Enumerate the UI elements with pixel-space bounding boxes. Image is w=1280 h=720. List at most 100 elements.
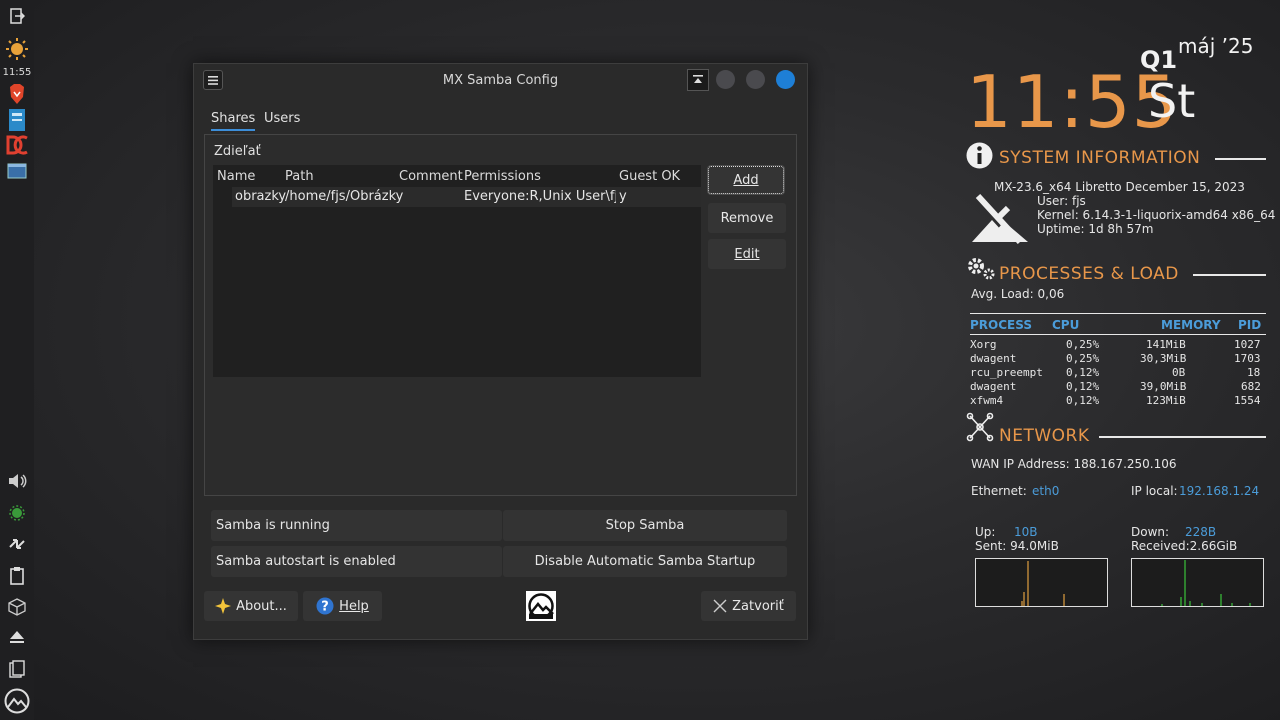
samba-running-text: Samba is running [216,518,330,533]
table-row[interactable]: obrazky /home/fjs/Obrázky Everyone:R,Uni… [232,187,701,207]
distro-info: MX-23.6_x64 Libretto December 15, 2023 [994,180,1245,194]
network-nodes-icon [966,412,994,442]
mx-menu-icon[interactable] [4,688,30,714]
add-button-label: Add [733,172,759,188]
process-name: xfwm4 [970,394,1004,407]
package-icon[interactable] [4,596,30,618]
table-header-line [970,334,1266,335]
ip-local-label: IP local: [1131,484,1178,498]
tab-users[interactable]: Users [264,111,300,126]
keep-above-button[interactable] [687,69,709,91]
close-label: Zatvoriť [732,598,784,614]
svg-text:?: ? [321,600,329,615]
eject-icon[interactable] [4,626,30,648]
column-header-guest-ok[interactable]: Guest OK [619,169,680,184]
samba-autostart-text: Samba autostart is enabled [216,554,396,569]
uptime-info: Uptime: 1d 8h 57m [1037,222,1154,236]
edit-button[interactable]: Edit [708,239,786,269]
process-col-header: PROCESS [970,318,1032,332]
conky-quarter: Q1 [1140,46,1178,74]
download-graph [1131,558,1264,607]
close-window-button[interactable] [776,70,795,89]
process-name: rcu_preempt [970,366,1043,379]
column-header-permissions[interactable]: Permissions [464,169,541,184]
shares-label: Zdieľať [214,144,261,159]
cell-name: obrazky [235,189,287,204]
cell-guest-ok: y [619,189,627,204]
tab-shares[interactable]: Shares [211,111,256,131]
edit-button-label: Edit [734,246,760,262]
stop-samba-button[interactable]: Stop Samba [503,510,787,541]
cell-permissions: Everyone:R,Unix User\fjs:F [464,189,616,204]
memory-col-header: MEMORY [1161,318,1221,332]
process-pid: 1554 [1234,394,1261,407]
ethernet-label: Ethernet: [971,484,1027,498]
clipboard-history-icon[interactable] [4,658,30,680]
add-button[interactable]: Add [707,165,785,195]
mx-logo [526,591,556,621]
download-label: Down: [1131,525,1170,539]
network-connection-icon[interactable] [4,533,30,555]
upload-label: Up: [975,525,996,539]
gears-icon [968,258,995,280]
file-manager-icon[interactable] [4,109,30,131]
process-name: Xorg [970,338,997,351]
stop-samba-label: Stop Samba [605,518,685,533]
section-divider [1193,274,1266,276]
column-header-path[interactable]: Path [285,169,314,184]
volume-icon[interactable] [4,470,30,492]
help-button[interactable]: ? Help [303,591,382,621]
total-received: Received:2.66GiB [1131,539,1238,553]
pid-col-header: PID [1238,318,1262,332]
clipboard-icon[interactable] [4,565,30,587]
updater-icon[interactable] [4,502,30,524]
process-cpu: 0,25% [1066,338,1100,351]
process-cpu: 0,12% [1066,394,1100,407]
close-icon [713,599,727,613]
process-name: dwagent [970,380,1017,393]
samba-autostart-status: Samba autostart is enabled [211,546,502,577]
remove-button[interactable]: Remove [708,203,786,233]
logout-icon[interactable] [4,5,30,27]
process-name: dwagent [970,352,1017,365]
shares-table[interactable]: Name Path Comment Permissions Guest OK o… [213,165,701,377]
process-memory: 0B [1172,366,1186,379]
window-menu-button[interactable] [203,70,223,90]
info-icon [966,142,993,169]
process-cpu: 0,25% [1066,352,1100,365]
conky-clock-time: 11:55 [966,60,1179,144]
kernel-info: Kernel: 6.14.3-1-liquorix-amd64 x86_64 [1037,208,1276,222]
total-sent: Sent: 94.0MiB [975,539,1059,553]
title-bar[interactable]: MX Samba Config [194,64,807,97]
remove-button-label: Remove [720,210,774,226]
sparkle-icon [215,598,232,614]
column-header-name[interactable]: Name [217,169,255,184]
conky-widget: 11:55 Q1 máj ’25 St SYSTEM INFORMATION M… [962,0,1280,720]
cpu-col-header: CPU [1052,318,1080,332]
disable-autostart-button[interactable]: Disable Automatic Samba Startup [503,546,787,577]
processes-heading: PROCESSES & LOAD [999,264,1179,284]
process-memory: 141MiB [1146,338,1186,351]
help-label: Help [339,598,369,614]
brave-browser-icon[interactable] [4,83,30,105]
system-info-heading: SYSTEM INFORMATION [999,148,1201,168]
double-commander-icon[interactable] [4,134,30,156]
process-cpu: 0,12% [1066,366,1100,379]
section-divider [1215,158,1266,160]
mx-linux-logo [972,194,1028,244]
upload-speed: 10B [1014,525,1038,539]
minimize-button[interactable] [716,70,735,89]
panel-clock[interactable]: 11:55 [0,67,34,78]
about-button[interactable]: About... [204,591,298,621]
samba-running-status: Samba is running [211,510,502,541]
close-button[interactable]: Zatvoriť [701,591,796,621]
window-list-icon[interactable] [4,160,30,182]
column-header-comment[interactable]: Comment [399,169,463,184]
process-pid: 1703 [1234,352,1261,365]
weather-sun-icon[interactable] [4,38,30,60]
ethernet-interface: eth0 [1032,484,1060,498]
window-title: MX Samba Config [442,73,559,88]
about-label: About... [236,598,287,614]
maximize-button[interactable] [746,70,765,89]
section-divider [1099,436,1266,438]
